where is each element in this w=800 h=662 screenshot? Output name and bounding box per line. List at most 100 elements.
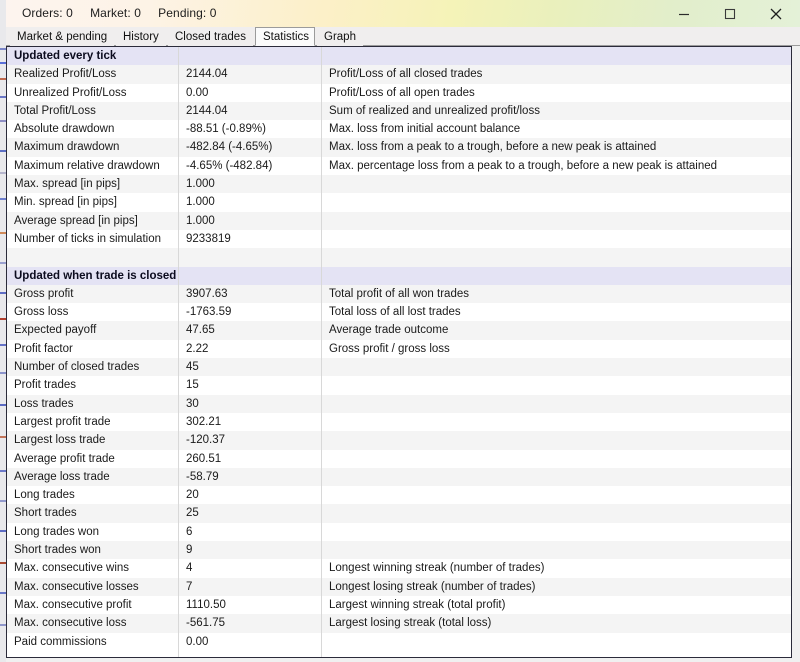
- table-row[interactable]: Number of ticks in simulation9233819: [7, 230, 791, 248]
- statistic-name: Absolute drawdown: [7, 120, 179, 138]
- table-row[interactable]: Average loss trade-58.79: [7, 468, 791, 486]
- statistic-name: Unrealized Profit/Loss: [7, 84, 179, 102]
- table-row[interactable]: Gross loss-1763.59Total loss of all lost…: [7, 303, 791, 321]
- statistic-value: -58.79: [179, 468, 322, 486]
- statistic-description: Longest winning streak (number of trades…: [322, 559, 791, 577]
- table-row[interactable]: Profit trades15: [7, 376, 791, 394]
- table-row[interactable]: Max. consecutive profit1110.50Largest wi…: [7, 596, 791, 614]
- statistic-value: 1.000: [179, 175, 322, 193]
- statistic-description: [322, 541, 791, 559]
- statistic-name: Short trades won: [7, 541, 179, 559]
- table-row[interactable]: Long trades20: [7, 486, 791, 504]
- maximize-button[interactable]: [707, 0, 753, 27]
- statistic-name: Maximum relative drawdown: [7, 157, 179, 175]
- table-row[interactable]: Average spread [in pips]1.000: [7, 212, 791, 230]
- tab-strip: Market & pendingHistoryClosed tradesStat…: [6, 27, 800, 46]
- statistic-name: Max. spread [in pips]: [7, 175, 179, 193]
- statistic-description: Sum of realized and unrealized profit/lo…: [322, 102, 791, 120]
- statistic-description: [322, 175, 791, 193]
- statistic-value: -88.51 (-0.89%): [179, 120, 322, 138]
- statistic-description: [322, 267, 791, 285]
- statistic-description: [322, 358, 791, 376]
- tab-graph[interactable]: Graph: [317, 29, 363, 46]
- statistic-name: Min. spread [in pips]: [7, 193, 179, 211]
- statistic-value: 2144.04: [179, 102, 322, 120]
- table-row[interactable]: Total Profit/Loss2144.04Sum of realized …: [7, 102, 791, 120]
- statistic-description: [322, 47, 791, 65]
- statistic-value: 30: [179, 395, 322, 413]
- statistic-value: 0.00: [179, 633, 322, 651]
- statistic-name: Gross loss: [7, 303, 179, 321]
- maximize-icon: [724, 8, 736, 20]
- table-row[interactable]: Gross profit3907.63Total profit of all w…: [7, 285, 791, 303]
- statistic-description: Max. percentage loss from a peak to a tr…: [322, 157, 791, 175]
- table-row[interactable]: Long trades won6: [7, 523, 791, 541]
- statistic-name: Max. consecutive wins: [7, 559, 179, 577]
- table-row[interactable]: Maximum drawdown-482.84 (-4.65%)Max. los…: [7, 138, 791, 156]
- table-row[interactable]: Realized Profit/Loss2144.04Profit/Loss o…: [7, 65, 791, 83]
- statistic-description: Max. loss from initial account balance: [322, 120, 791, 138]
- tab-closed-trades[interactable]: Closed trades: [168, 29, 253, 46]
- tab-statistics[interactable]: Statistics: [255, 27, 315, 46]
- statistic-name: Updated when trade is closed: [7, 267, 179, 285]
- statistic-description: Largest winning streak (total profit): [322, 596, 791, 614]
- statistic-value: 9: [179, 541, 322, 559]
- statistic-description: [322, 523, 791, 541]
- order-status-text: Orders: 0 Market: 0 Pending: 0: [22, 6, 217, 20]
- table-row[interactable]: Max. spread [in pips]1.000: [7, 175, 791, 193]
- table-row[interactable]: Paid commissions0.00: [7, 633, 791, 651]
- statistic-description: [322, 486, 791, 504]
- table-row[interactable]: Min. spread [in pips]1.000: [7, 193, 791, 211]
- tab-history[interactable]: History: [116, 29, 166, 46]
- statistic-description: [322, 431, 791, 449]
- statistic-name: Total Profit/Loss: [7, 102, 179, 120]
- table-section-header[interactable]: Updated every tick: [7, 47, 791, 65]
- statistic-name: Updated every tick: [7, 47, 179, 65]
- statistic-name: Paid commissions: [7, 633, 179, 651]
- table-row[interactable]: Absolute drawdown-88.51 (-0.89%)Max. los…: [7, 120, 791, 138]
- statistic-value: -482.84 (-4.65%): [179, 138, 322, 156]
- statistic-value: 6: [179, 523, 322, 541]
- statistic-value: -561.75: [179, 614, 322, 632]
- table-section-header[interactable]: Updated when trade is closed: [7, 267, 791, 285]
- statistic-name: Long trades won: [7, 523, 179, 541]
- minimize-button[interactable]: [661, 0, 707, 27]
- statistic-description: Max. loss from a peak to a trough, befor…: [322, 138, 791, 156]
- table-row[interactable]: Max. consecutive wins4Longest winning st…: [7, 559, 791, 577]
- table-row[interactable]: Largest profit trade302.21: [7, 413, 791, 431]
- statistic-description: Profit/Loss of all open trades: [322, 84, 791, 102]
- table-row[interactable]: Maximum relative drawdown-4.65% (-482.84…: [7, 157, 791, 175]
- statistic-description: Profit/Loss of all closed trades: [322, 65, 791, 83]
- statistic-description: [322, 376, 791, 394]
- close-button[interactable]: [753, 0, 799, 27]
- statistic-value: 302.21: [179, 413, 322, 431]
- statistic-value: 2.22: [179, 340, 322, 358]
- table-row[interactable]: Short trades won9: [7, 541, 791, 559]
- table-row[interactable]: Short trades25: [7, 504, 791, 522]
- table-row[interactable]: Number of closed trades45: [7, 358, 791, 376]
- statistic-value: -120.37: [179, 431, 322, 449]
- table-row[interactable]: Max. consecutive losses7Longest losing s…: [7, 578, 791, 596]
- table-row[interactable]: Expected payoff47.65Average trade outcom…: [7, 321, 791, 339]
- statistic-name: Number of ticks in simulation: [7, 230, 179, 248]
- statistic-value: 0.00: [179, 84, 322, 102]
- table-row[interactable]: Unrealized Profit/Loss0.00Profit/Loss of…: [7, 84, 791, 102]
- statistic-name: Profit factor: [7, 340, 179, 358]
- statistic-description: [322, 633, 791, 651]
- statistics-panel[interactable]: Updated every tickRealized Profit/Loss21…: [6, 46, 792, 658]
- statistic-description: [322, 413, 791, 431]
- statistic-name: Max. consecutive profit: [7, 596, 179, 614]
- table-row[interactable]: Loss trades30: [7, 395, 791, 413]
- tab-market-pending[interactable]: Market & pending: [10, 29, 114, 46]
- statistic-name: Short trades: [7, 504, 179, 522]
- statistic-name: Expected payoff: [7, 321, 179, 339]
- table-row[interactable]: Largest loss trade-120.37: [7, 431, 791, 449]
- statistic-description: [322, 212, 791, 230]
- table-row[interactable]: Max. consecutive loss-561.75Largest losi…: [7, 614, 791, 632]
- statistic-value: [179, 248, 322, 266]
- table-row[interactable]: Average profit trade260.51: [7, 450, 791, 468]
- statistic-value: 1.000: [179, 193, 322, 211]
- statistic-description: [322, 248, 791, 266]
- table-row[interactable]: Profit factor2.22Gross profit / gross lo…: [7, 340, 791, 358]
- statistic-description: Average trade outcome: [322, 321, 791, 339]
